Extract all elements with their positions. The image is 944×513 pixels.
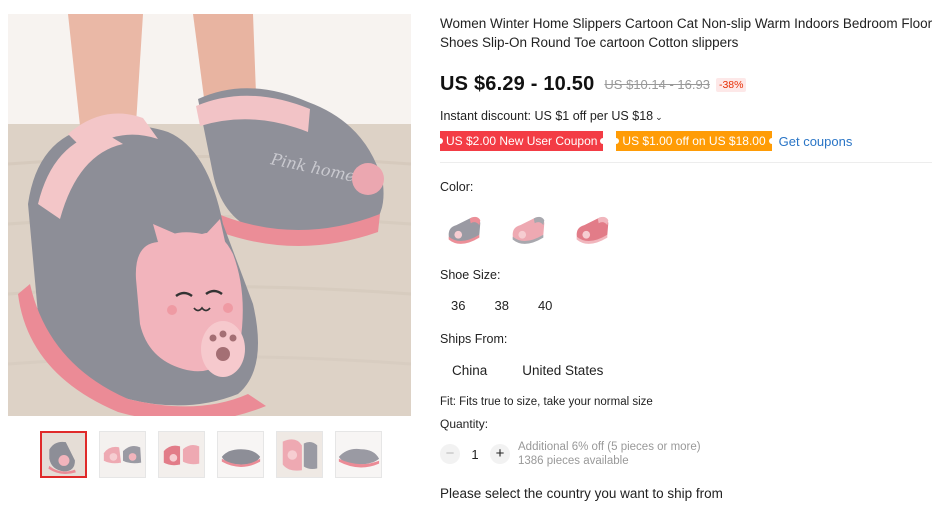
quantity-input[interactable] xyxy=(460,440,490,468)
get-coupons-link[interactable]: Get coupons xyxy=(779,134,853,149)
slipper-swatch-icon xyxy=(505,206,551,252)
stock-available-text: 1386 pieces available xyxy=(518,455,629,467)
shipping-prompt: Please select the country you want to sh… xyxy=(440,486,723,501)
coupon-row: US $2.00 New User Coupon US $1.00 off on… xyxy=(436,131,853,151)
store-coupon[interactable]: US $1.00 off on US $18.00 xyxy=(613,131,775,151)
fit-info: Fit: Fits true to size, take your normal… xyxy=(440,396,653,408)
discount-badge: -38% xyxy=(715,77,747,92)
color-option-rose[interactable] xyxy=(568,205,616,253)
size-options: 36 38 40 xyxy=(440,293,570,317)
size-option-38[interactable]: 38 xyxy=(483,293,519,317)
price-row: US $6.29 - 10.50 US $10.14 - 16.93 -38% xyxy=(440,73,747,96)
product-price: US $6.29 - 10.50 xyxy=(440,73,595,95)
original-price: US $10.14 - 16.93 xyxy=(604,77,710,92)
instant-discount-text: Instant discount: US $1 off per US $18 xyxy=(440,109,654,123)
thumbnail-6[interactable] xyxy=(335,431,382,478)
quantity-decrease-button[interactable]: − xyxy=(440,444,460,464)
size-option-40[interactable]: 40 xyxy=(527,293,563,317)
ships-from-options: China United States xyxy=(440,357,626,383)
ships-from-label: Ships From: xyxy=(440,332,508,346)
thumbnail-4[interactable] xyxy=(217,431,264,478)
product-title: Women Winter Home Slippers Cartoon Cat N… xyxy=(440,16,933,50)
size-option-36[interactable]: 36 xyxy=(440,293,476,317)
color-option-pink-gray[interactable] xyxy=(504,205,552,253)
quantity-label: Quantity: xyxy=(440,417,489,431)
bulk-discount-text: Additional 6% off (5 pieces or more) xyxy=(518,441,701,453)
thumbnail-strip xyxy=(40,431,382,478)
color-option-gray-pink[interactable] xyxy=(440,205,488,253)
instant-discount[interactable]: Instant discount: US $1 off per US $18 ⌄ xyxy=(440,109,663,123)
thumbnail-2[interactable] xyxy=(99,431,146,478)
color-label: Color: xyxy=(440,180,474,194)
quantity-info: Additional 6% off (5 pieces or more) 138… xyxy=(518,440,701,468)
product-photo-illustration: Pink home xyxy=(8,14,411,416)
color-options xyxy=(440,205,616,253)
product-info-panel: Women Winter Home Slippers Cartoon Cat N… xyxy=(436,14,936,501)
thumbnail-5[interactable] xyxy=(276,431,323,478)
divider xyxy=(440,162,932,163)
slipper-swatch-icon xyxy=(569,206,615,252)
thumbnail-1[interactable] xyxy=(40,431,87,478)
main-product-image[interactable]: Pink home xyxy=(8,14,411,416)
ships-from-united-states[interactable]: United States xyxy=(510,357,615,383)
new-user-coupon[interactable]: US $2.00 New User Coupon xyxy=(436,131,607,151)
slipper-swatch-icon xyxy=(441,206,487,252)
size-label: Shoe Size: xyxy=(440,268,501,282)
ships-from-china[interactable]: China xyxy=(440,357,499,383)
thumbnail-3[interactable] xyxy=(158,431,205,478)
quantity-increase-button[interactable]: + xyxy=(490,444,510,464)
quantity-stepper: − + Additional 6% off (5 pieces or more)… xyxy=(440,440,701,468)
chevron-down-icon: ⌄ xyxy=(655,112,663,122)
